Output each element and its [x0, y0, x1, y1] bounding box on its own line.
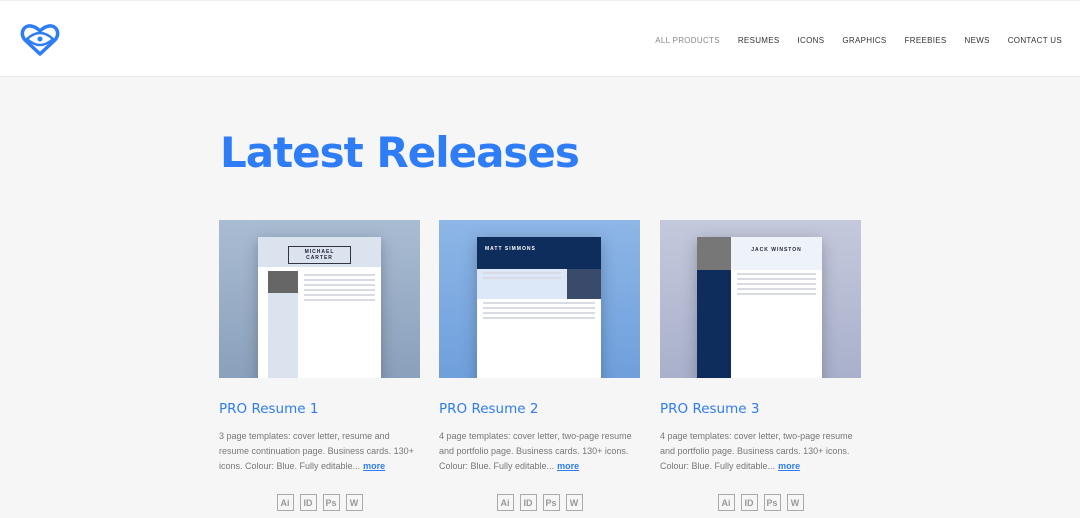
main-nav: All Products Resumes Icons Graphics Free…	[655, 36, 1062, 45]
illustrator-icon: Ai	[717, 494, 735, 511]
product-card: MATT SIMMONS PRO Resume 2 4 page templat…	[439, 220, 640, 511]
nav-news[interactable]: News	[965, 36, 990, 45]
illustrator-icon: Ai	[496, 494, 514, 511]
indesign-icon: ID	[740, 494, 758, 511]
more-link[interactable]: more	[557, 461, 579, 471]
more-link[interactable]: more	[363, 461, 385, 471]
photoshop-icon: Ps	[542, 494, 560, 511]
product-card: JACK WINSTON PRO Resume 3 4 page templat…	[660, 220, 861, 511]
product-thumbnail[interactable]: MICHAEL CARTER	[219, 220, 420, 378]
word-icon: W	[786, 494, 804, 511]
more-link[interactable]: more	[778, 461, 800, 471]
indesign-icon: ID	[299, 494, 317, 511]
illustrator-icon: Ai	[276, 494, 294, 511]
word-icon: W	[345, 494, 363, 511]
product-description: 4 page templates: cover letter, two-page…	[439, 431, 632, 471]
product-title[interactable]: PRO Resume 3	[660, 401, 861, 417]
nav-contact-us[interactable]: Contact Us	[1008, 36, 1062, 45]
nav-all-products[interactable]: All Products	[655, 36, 720, 45]
indesign-icon: ID	[519, 494, 537, 511]
nav-icons[interactable]: Icons	[798, 36, 825, 45]
nav-resumes[interactable]: Resumes	[738, 36, 780, 45]
photoshop-icon: Ps	[322, 494, 340, 511]
product-thumbnail[interactable]: MATT SIMMONS	[439, 220, 640, 378]
preview-name: JACK WINSTON	[751, 247, 802, 253]
product-thumbnail[interactable]: JACK WINSTON	[660, 220, 861, 378]
photoshop-icon: Ps	[763, 494, 781, 511]
product-title[interactable]: PRO Resume 1	[219, 401, 420, 417]
product-card: MICHAEL CARTER PRO Resume 1 3 page templ…	[219, 220, 420, 511]
page-title: Latest Releases	[220, 128, 580, 177]
word-icon: W	[565, 494, 583, 511]
product-description: 4 page templates: cover letter, two-page…	[660, 431, 853, 471]
preview-name: MATT SIMMONS	[485, 246, 536, 252]
heart-eye-logo-icon[interactable]	[20, 23, 60, 62]
preview-name: MICHAEL CARTER	[288, 246, 351, 264]
product-title[interactable]: PRO Resume 2	[439, 401, 640, 417]
site-header: All Products Resumes Icons Graphics Free…	[0, 0, 1080, 77]
nav-graphics[interactable]: Graphics	[842, 36, 886, 45]
nav-freebies[interactable]: Freebies	[905, 36, 947, 45]
